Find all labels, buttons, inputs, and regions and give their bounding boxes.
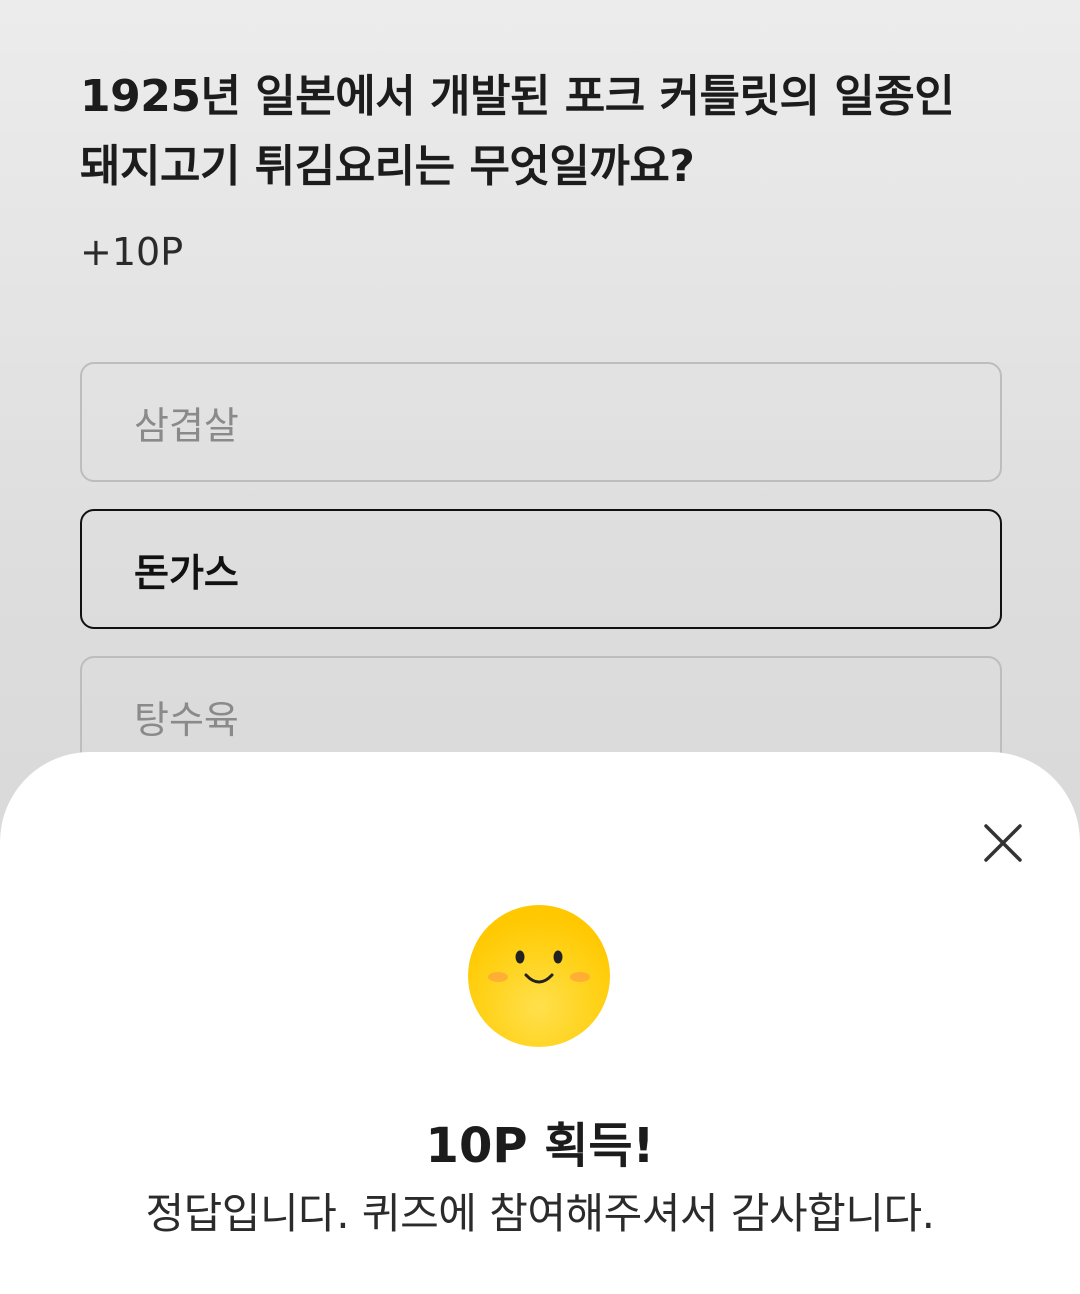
- close-button[interactable]: [980, 820, 1026, 866]
- smiley-face-icon: [466, 905, 612, 1051]
- close-icon: [984, 824, 1022, 862]
- reward-message: 정답입니다. 퀴즈에 참여해주셔서 감사합니다.: [145, 1189, 935, 1238]
- points-reward-label: +10P: [80, 230, 184, 274]
- reward-title: 10P 획득!: [425, 1118, 655, 1174]
- quiz-question: 1925년 일본에서 개발된 포크 커틀릿의 일종인 돼지고기 튀김요리는 무엇…: [80, 62, 1020, 202]
- answer-option-label: 삼겹살: [134, 403, 239, 448]
- answer-option-label: 돈가스: [134, 550, 239, 595]
- question-line-1: 1925년 일본에서 개발된 포크 커틀릿의 일종인: [80, 71, 955, 122]
- question-line-2: 돼지고기 튀김요리는 무엇일까요?: [80, 141, 695, 192]
- answer-option-2-selected[interactable]: 돈가스: [80, 509, 1002, 629]
- answer-option-label: 탕수육: [134, 697, 239, 742]
- answer-option-1[interactable]: 삼겹살: [80, 362, 1002, 482]
